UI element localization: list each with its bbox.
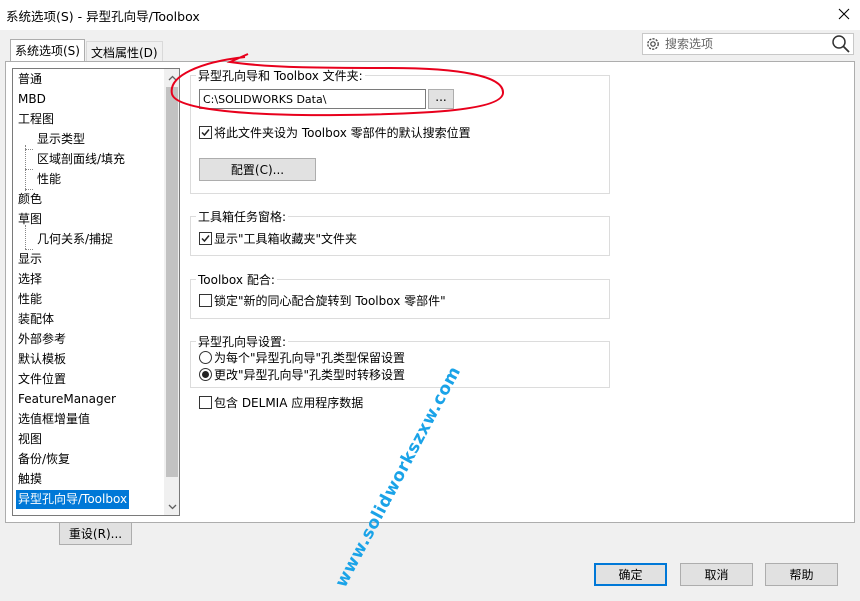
tree-item-display-style[interactable]: 显示类型	[35, 130, 87, 149]
transfer-settings-label[interactable]: 更改"异型孔向导"孔类型时转移设置	[214, 366, 405, 383]
tree-connector	[25, 169, 33, 170]
chevron-down-icon	[168, 504, 176, 509]
tree-item-colors[interactable]: 颜色	[16, 190, 44, 209]
tree-scrollbar[interactable]	[164, 69, 179, 515]
ok-button[interactable]: 确定	[594, 563, 667, 586]
tree-item-drawings[interactable]: 工程图	[16, 110, 56, 129]
include-delmia-checkbox[interactable]	[199, 396, 212, 409]
tab-document-properties[interactable]: 文档属性(D)	[86, 41, 163, 62]
tree-item-touch[interactable]: 触摸	[16, 470, 44, 489]
close-icon	[838, 8, 850, 20]
tree-item-selection[interactable]: 选择	[16, 270, 44, 289]
tree-item-area-hatch[interactable]: 区域剖面线/填充	[35, 150, 127, 169]
tree-item-spin-box-increments[interactable]: 选值框增量值	[16, 410, 92, 429]
tree-item-sketch[interactable]: 草图	[16, 210, 44, 229]
lock-rotation-label[interactable]: 锁定"新的同心配合旋转到 Toolbox 零部件"	[214, 292, 446, 309]
scroll-down-button[interactable]	[164, 498, 179, 515]
tree-item-mbd[interactable]: MBD	[16, 90, 48, 109]
tree-item-default-templates[interactable]: 默认模板	[16, 350, 68, 369]
window-title: 系统选项(S) - 异型孔向导/Toolbox	[6, 9, 200, 24]
show-favorites-label[interactable]: 显示"工具箱收藏夹"文件夹	[214, 230, 357, 247]
tree-item-assemblies[interactable]: 装配体	[16, 310, 56, 329]
close-button[interactable]	[832, 2, 856, 26]
red-annotation-ellipse	[170, 53, 505, 117]
gear-icon[interactable]	[645, 36, 661, 52]
include-delmia-label[interactable]: 包含 DELMIA 应用程序数据	[214, 394, 363, 411]
scroll-thumb[interactable]	[166, 87, 178, 477]
tree-item-backup-recover[interactable]: 备份/恢复	[16, 450, 72, 469]
default-search-label[interactable]: 将此文件夹设为 Toolbox 零部件的默认搜索位置	[214, 124, 471, 141]
toolbox-mate-title: Toolbox 配合:	[196, 271, 277, 288]
keep-settings-radio[interactable]	[199, 351, 212, 364]
title-bar: 系统选项(S) - 异型孔向导/Toolbox	[0, 0, 860, 30]
lock-rotation-checkbox[interactable]	[199, 294, 212, 307]
cancel-button[interactable]: 取消	[680, 563, 753, 586]
tree-item-relations-snaps[interactable]: 几何关系/捕捉	[35, 230, 115, 249]
tree-item-hole-wizard-toolbox[interactable]: 异型孔向导/Toolbox	[16, 490, 130, 509]
tree-item-featuremanager[interactable]: FeatureManager	[16, 390, 118, 409]
hole-wizard-settings-title: 异型孔向导设置:	[196, 333, 289, 350]
tree-item-external-references[interactable]: 外部参考	[16, 330, 68, 349]
tree-item-drawing-performance[interactable]: 性能	[35, 170, 63, 189]
options-tree[interactable]: 普通 MBD 工程图 显示类型 区域剖面线/填充 性能 颜色 草图 几何关系/捕…	[12, 68, 180, 516]
tree-item-display[interactable]: 显示	[16, 250, 44, 269]
transfer-settings-radio[interactable]	[199, 368, 212, 381]
check-icon	[201, 235, 210, 243]
configure-button[interactable]: 配置(C)...	[199, 158, 316, 181]
toolbox-task-pane-title: 工具箱任务窗格:	[196, 208, 289, 225]
tree-item-general[interactable]: 普通	[16, 70, 44, 89]
check-icon	[201, 129, 210, 137]
search-icon	[832, 35, 850, 53]
tree-connector	[25, 149, 33, 150]
help-button[interactable]: 帮助	[765, 563, 838, 586]
search-input[interactable]	[663, 36, 823, 52]
keep-settings-label[interactable]: 为每个"异型孔向导"孔类型保留设置	[214, 349, 405, 366]
tree-connector	[25, 145, 26, 191]
reset-button[interactable]: 重设(R)...	[59, 522, 132, 545]
search-button[interactable]	[830, 34, 852, 54]
radio-selected-dot	[202, 371, 209, 378]
tree-item-performance[interactable]: 性能	[16, 290, 44, 309]
show-favorites-checkbox[interactable]	[199, 232, 212, 245]
search-box[interactable]	[642, 33, 854, 55]
default-search-checkbox[interactable]	[199, 126, 212, 139]
tree-item-file-locations[interactable]: 文件位置	[16, 370, 68, 389]
tab-system-options[interactable]: 系统选项(S)	[10, 39, 85, 62]
tree-item-view[interactable]: 视图	[16, 430, 44, 449]
